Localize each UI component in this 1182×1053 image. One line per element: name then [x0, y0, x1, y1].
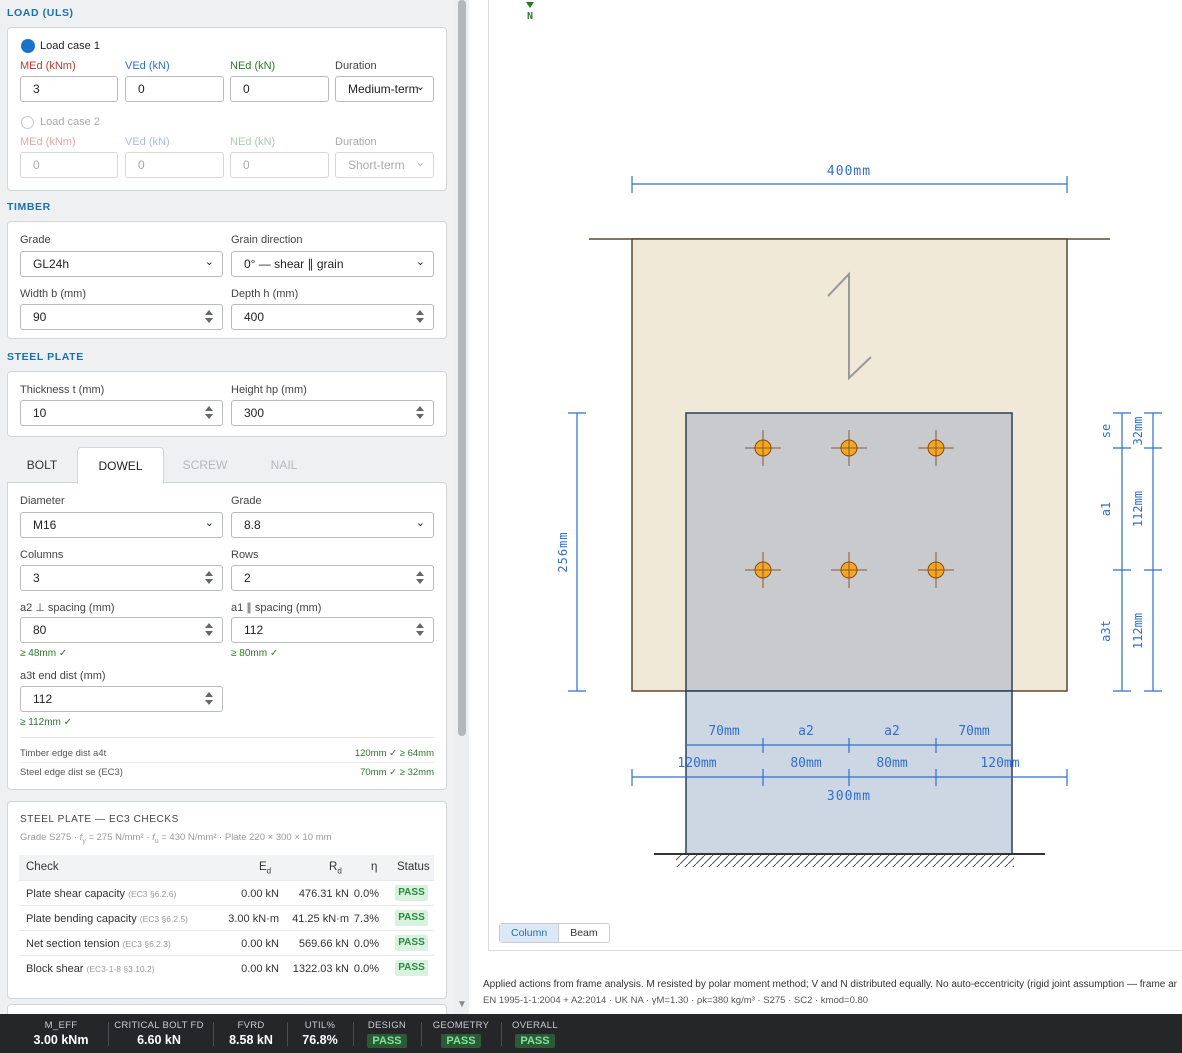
view-beam-button[interactable]: Beam	[559, 924, 608, 942]
left-dimension-label: 256mm	[556, 531, 570, 572]
divider	[108, 1022, 109, 1046]
north-label: N	[527, 11, 533, 22]
dim-timber-edge-left: 120mm	[677, 756, 716, 771]
divider	[501, 1022, 502, 1046]
summary-util: UTIL% 76.8%	[293, 1020, 347, 1047]
se-value: 32mm	[1131, 417, 1145, 446]
width-dimension-label: 400mm	[827, 164, 871, 179]
summary-key: CRITICAL BOLT FD	[114, 1020, 204, 1031]
view-toggle: Column Beam	[499, 923, 610, 943]
footnote-line-2: EN 1995-1-1:2004 + A2:2014 · UK NA · γM=…	[483, 995, 869, 1006]
view-column-button[interactable]: Column	[500, 924, 560, 942]
north-arrow-icon	[526, 2, 534, 8]
divider	[213, 1022, 214, 1046]
summary-bar: M_EFF 3.00 kNm CRITICAL BOLT FD 6.60 kN FV…	[0, 1014, 1182, 1053]
dim-spacing-1: 80mm	[790, 756, 821, 771]
summary-value: 76.8%	[302, 1033, 338, 1047]
footnote: Applied actions from frame analysis. M r…	[483, 979, 1182, 1006]
a3t-value: 112mm	[1131, 613, 1145, 649]
divider	[353, 1022, 354, 1046]
summary-key: OVERALL	[512, 1020, 558, 1031]
dim-edge-right: 70mm	[958, 724, 989, 739]
status-badge: PASS	[441, 1034, 481, 1048]
dim-spacing-2: 80mm	[876, 756, 907, 771]
divider	[287, 1022, 288, 1046]
summary-meff: M_EFF 3.00 kNm	[20, 1020, 102, 1047]
dim-plate-width: 300mm	[827, 789, 871, 804]
tab-dowel[interactable]: DOWEL	[77, 447, 164, 484]
support-hatch	[676, 855, 1014, 867]
dim-a2-1: a2	[798, 724, 814, 739]
summary-key: UTIL%	[304, 1020, 336, 1031]
status-badge: PASS	[367, 1034, 407, 1048]
summary-critical-bolt: CRITICAL BOLT FD 6.60 kN	[111, 1020, 207, 1047]
summary-key: GEOMETRY	[432, 1020, 490, 1031]
a3t-label: a3t	[1099, 620, 1113, 642]
summary-key: M_EFF	[44, 1020, 78, 1031]
summary-key: DESIGN	[367, 1020, 407, 1031]
dim-a2-2: a2	[884, 724, 900, 739]
summary-value: 6.60 kN	[137, 1033, 181, 1047]
se-label: se	[1099, 424, 1113, 438]
summary-key: FVRD	[237, 1020, 265, 1031]
connection-drawing: N 400mm 256mm se a1 a3t 32mm 112mm 112mm…	[526, 2, 1162, 867]
a1-value: 112mm	[1131, 491, 1145, 527]
summary-design: DESIGN PASS	[360, 1020, 414, 1049]
footnote-line-1: Applied actions from frame analysis. M r…	[483, 979, 1178, 990]
dim-edge-left: 70mm	[708, 724, 739, 739]
a1-label: a1	[1099, 502, 1113, 516]
divider	[421, 1022, 422, 1046]
left-dimension	[568, 412, 586, 692]
summary-value: 3.00 kNm	[33, 1033, 89, 1047]
summary-overall: OVERALL PASS	[507, 1020, 563, 1049]
summary-value: 8.58 kN	[229, 1033, 273, 1047]
status-badge: PASS	[515, 1034, 555, 1048]
summary-geometry: GEOMETRY PASS	[428, 1020, 494, 1049]
summary-fvrd: FVRD 8.58 kN	[220, 1020, 282, 1047]
dim-timber-edge-right: 120mm	[980, 756, 1019, 771]
